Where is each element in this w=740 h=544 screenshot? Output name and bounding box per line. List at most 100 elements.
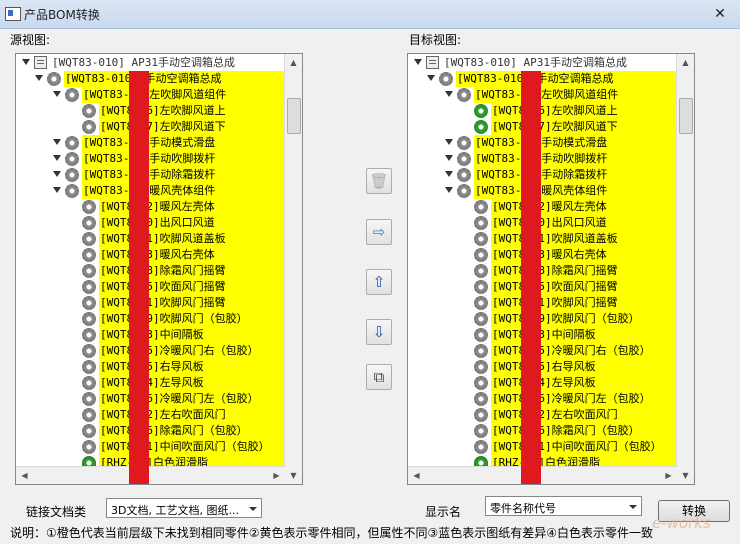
tree-row-label: [WQT8 10]出风口风道 (100, 216, 215, 229)
scroll-thumb[interactable] (679, 98, 693, 134)
move-right-button[interactable]: ⇨ (366, 219, 392, 245)
scroll-right-icon[interactable]: ▶ (662, 469, 675, 482)
scroll-right-icon[interactable]: ▶ (270, 469, 283, 482)
tree-row[interactable]: [WQT83-0 ]左吹脚风道组件 (408, 87, 694, 103)
expand-chevron-icon[interactable] (53, 155, 61, 161)
tree-row[interactable]: [WQT8 35]冷暖风门右（包胶） (16, 343, 302, 359)
tree-row[interactable]: [WQT8 15]右导风板 (16, 359, 302, 375)
expand-chevron-icon[interactable] (414, 59, 422, 65)
scroll-thumb[interactable] (287, 98, 301, 134)
tree-row[interactable]: [WQT8 03]暖风右壳体 (16, 247, 302, 263)
expand-chevron-icon[interactable] (445, 187, 453, 193)
copy-button[interactable]: ⧉ (366, 364, 392, 390)
tree-row[interactable]: [WQT8 10]出风口风道 (16, 215, 302, 231)
tree-row[interactable]: [WQT8 29]吹脚风门（包胶） (408, 311, 694, 327)
tree-row[interactable]: [WQT83-010 ]手动空调箱总成 (16, 71, 302, 87)
scroll-up-icon[interactable]: ▲ (679, 56, 692, 69)
scroll-up-icon[interactable]: ▲ (287, 56, 300, 69)
tree-row[interactable]: [WQT8 15]右导风板 (408, 359, 694, 375)
tree-row-label: [WQT83-1 ]手动吹脚拨杆 (83, 152, 216, 165)
expand-chevron-icon[interactable] (445, 91, 453, 97)
expand-chevron-icon[interactable] (445, 171, 453, 177)
gear-icon (82, 424, 96, 438)
tree-row[interactable]: [WQT83-0 ]左吹脚风道组件 (16, 87, 302, 103)
assembly-doc-icon (34, 56, 47, 69)
expand-chevron-icon[interactable] (22, 59, 30, 65)
gear-icon (457, 152, 471, 166)
tree-row[interactable]: [WQT83-0 ]暖风壳体组件 (408, 183, 694, 199)
tree-row[interactable]: [WQT8 06]左吹脚风道上 (16, 103, 302, 119)
source-tree[interactable]: [GB/T 5 ST4.2×13-F-H（环保白锌...[RHZ- #]白色润滑… (15, 53, 303, 485)
tree-row[interactable]: [WQT8 11]吹脚风道盖板 (16, 231, 302, 247)
tree-row[interactable]: [WQT8 13]中间隔板 (16, 327, 302, 343)
tree-row[interactable]: [WQT8 22]左右吹面风门 (408, 407, 694, 423)
tree-row[interactable]: [WQT83-1 ]手动模式滑盘 (408, 135, 694, 151)
source-vertical-scrollbar[interactable]: ▲ ▼ (284, 54, 302, 484)
tree-row[interactable]: [WQT8 31]吹脚风门摇臂 (16, 295, 302, 311)
tree-row[interactable]: [WQT8 14]左导风板 (408, 375, 694, 391)
tree-row[interactable]: [WQT8 36]冷暖风门左（包胶） (408, 391, 694, 407)
tree-row[interactable]: [WQT8 07]左吹脚风道下 (408, 119, 694, 135)
tree-row[interactable]: [WQT83-010 ]手动空调箱总成 (408, 71, 694, 87)
expand-chevron-icon[interactable] (53, 187, 61, 193)
tree-row[interactable]: [WQT8 02]暖风左壳体 (408, 199, 694, 215)
scroll-down-icon[interactable]: ▼ (679, 469, 692, 482)
target-horizontal-scrollbar[interactable]: ◀ ▶ (408, 466, 677, 484)
display-name-select[interactable]: 零件名称代号 (485, 496, 642, 516)
link-doc-select[interactable]: 3D文档, 工艺文档, 图纸... (106, 498, 262, 518)
tree-row[interactable]: [WQT8 25]吹面风门摇臂 (16, 279, 302, 295)
tree-row[interactable]: [WQT83-010] AP31手动空调箱总成 (16, 55, 302, 71)
tree-row[interactable]: [WQT8 07]左吹脚风道下 (16, 119, 302, 135)
tree-row[interactable]: [WQT8 22]左右吹面风门 (16, 407, 302, 423)
expand-chevron-icon[interactable] (53, 139, 61, 145)
tree-row-label: [WQT83-0 ]左吹脚风道组件 (83, 88, 227, 101)
tree-row[interactable]: [WQT8 26]除霜风门（包胶） (16, 423, 302, 439)
move-down-button[interactable]: ⇩ (366, 319, 392, 345)
tree-row[interactable]: [WQT8 31]吹脚风门摇臂 (408, 295, 694, 311)
tree-row[interactable]: [WQT83-1 ]手动除霜拨杆 (16, 167, 302, 183)
tree-row[interactable]: [WQT8 28]除霜风门摇臂 (408, 263, 694, 279)
gear-icon (82, 216, 96, 230)
tree-row[interactable]: [WQT8 36]冷暖风门左（包胶） (16, 391, 302, 407)
expand-chevron-icon[interactable] (35, 75, 43, 81)
tree-row[interactable]: [WQT8 28]除霜风门摇臂 (16, 263, 302, 279)
tree-row[interactable]: [WQT8 14]左导风板 (16, 375, 302, 391)
tree-row-label: [WQT83-0 ]暖风壳体组件 (83, 184, 216, 197)
tree-row[interactable]: [WQT8 35]冷暖风门右（包胶） (408, 343, 694, 359)
scroll-down-icon[interactable]: ▼ (287, 469, 300, 482)
source-horizontal-scrollbar[interactable]: ◀ ▶ (16, 466, 285, 484)
expand-chevron-icon[interactable] (53, 171, 61, 177)
tree-row[interactable]: [WQT83-0 ]暖风壳体组件 (16, 183, 302, 199)
tree-row-label: [WQT8 15]右导风板 (492, 360, 596, 373)
tree-row-label: [WQT8 22]左右吹面风门 (492, 408, 618, 421)
tree-row[interactable]: [WQT83-1 ]手动模式滑盘 (16, 135, 302, 151)
link-doc-label: 链接文档类 (26, 505, 87, 519)
target-vertical-scrollbar[interactable]: ▲ ▼ (676, 54, 694, 484)
move-up-button[interactable]: ⇧ (366, 269, 392, 295)
tree-row[interactable]: [WQT8 02]暖风左壳体 (16, 199, 302, 215)
tree-row[interactable]: [WQT8 26]除霜风门（包胶） (408, 423, 694, 439)
tree-row[interactable]: [WQT8 06]左吹脚风道上 (408, 103, 694, 119)
tree-row[interactable]: [WQT8 21]中间吹面风门（包胶） (16, 439, 302, 455)
chevron-down-icon (249, 507, 257, 511)
delete-button[interactable]: 🗑 (366, 168, 392, 194)
target-tree[interactable]: [GB/T 5 ST4.2×13-F-H（环保白锌...[RHZ- #]白色润滑… (407, 53, 695, 485)
close-button[interactable]: ✕ (704, 4, 736, 24)
tree-row[interactable]: [WQT83-1 ]手动除霜拨杆 (408, 167, 694, 183)
tree-row[interactable]: [WQT8 13]中间隔板 (408, 327, 694, 343)
tree-row[interactable]: [WQT8 11]吹脚风道盖板 (408, 231, 694, 247)
tree-row[interactable]: [WQT83-010] AP31手动空调箱总成 (408, 55, 694, 71)
expand-chevron-icon[interactable] (427, 75, 435, 81)
scroll-left-icon[interactable]: ◀ (410, 469, 423, 482)
expand-chevron-icon[interactable] (53, 91, 61, 97)
tree-row[interactable]: [WQT8 21]中间吹面风门（包胶） (408, 439, 694, 455)
tree-row[interactable]: [WQT8 25]吹面风门摇臂 (408, 279, 694, 295)
scroll-left-icon[interactable]: ◀ (18, 469, 31, 482)
tree-row[interactable]: [WQT8 03]暖风右壳体 (408, 247, 694, 263)
tree-row[interactable]: [WQT83-1 ]手动吹脚拨杆 (16, 151, 302, 167)
expand-chevron-icon[interactable] (445, 139, 453, 145)
expand-chevron-icon[interactable] (445, 155, 453, 161)
tree-row[interactable]: [WQT8 29]吹脚风门（包胶） (16, 311, 302, 327)
tree-row[interactable]: [WQT8 10]出风口风道 (408, 215, 694, 231)
tree-row[interactable]: [WQT83-1 ]手动吹脚拨杆 (408, 151, 694, 167)
